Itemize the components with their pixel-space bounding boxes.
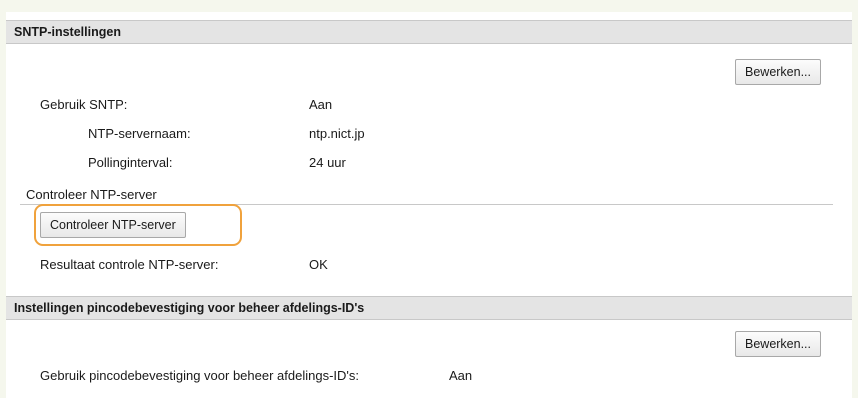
- ntp-server-name-value: ntp.nict.jp: [309, 126, 365, 141]
- use-sntp-value: Aan: [309, 97, 333, 112]
- polling-interval-label: Pollinginterval:: [88, 155, 173, 170]
- ntp-check-result-value: OK: [309, 257, 328, 272]
- check-ntp-subheader: Controleer NTP-server: [26, 187, 157, 202]
- sntp-section-header: SNTP-instellingen: [6, 20, 852, 44]
- use-pin-label: Gebruik pincodebevestiging voor beheer a…: [40, 368, 360, 383]
- use-sntp-label: Gebruik SNTP:: [40, 97, 128, 112]
- polling-interval-value: 24 uur: [309, 155, 346, 170]
- check-ntp-server-button[interactable]: Controleer NTP-server: [40, 212, 186, 238]
- ntp-server-name-label: NTP-servernaam:: [88, 126, 191, 141]
- pin-edit-button[interactable]: Bewerken...: [735, 331, 822, 357]
- sntp-edit-button[interactable]: Bewerken...: [735, 59, 822, 85]
- ntp-check-result-label: Resultaat controle NTP-server:: [40, 257, 219, 272]
- settings-panel: SNTP-instellingen Bewerken... Gebruik SN…: [6, 12, 852, 398]
- pin-section-header: Instellingen pincodebevestiging voor beh…: [6, 296, 852, 320]
- use-pin-value: Aan: [449, 368, 473, 383]
